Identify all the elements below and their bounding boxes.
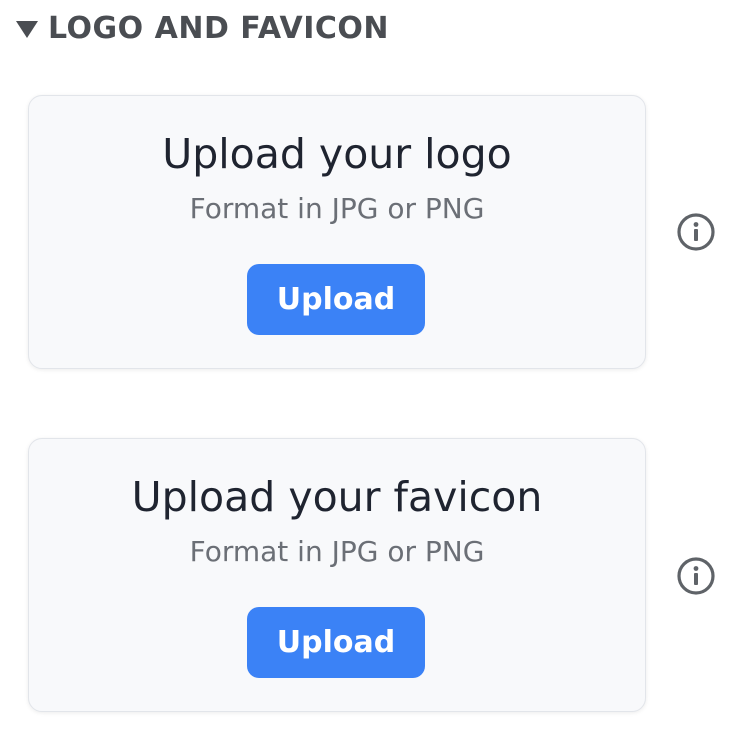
section-toggle-logo-favicon[interactable]: LOGO AND FAVICON (16, 6, 389, 50)
section-title: LOGO AND FAVICON (48, 10, 390, 46)
info-icon[interactable] (676, 556, 716, 596)
caret-down-icon (16, 20, 38, 38)
upload-logo-button[interactable]: Upload (247, 264, 425, 335)
favicon-upload-card: Upload your favicon Format in JPG or PNG… (28, 438, 646, 712)
logo-card-subtitle: Format in JPG or PNG (189, 192, 485, 225)
upload-favicon-button[interactable]: Upload (247, 607, 425, 678)
logo-card-title: Upload your logo (162, 130, 512, 178)
logo-upload-card: Upload your logo Format in JPG or PNG Up… (28, 95, 646, 369)
favicon-card-subtitle: Format in JPG or PNG (189, 535, 485, 568)
favicon-card-title: Upload your favicon (131, 473, 543, 521)
info-icon[interactable] (676, 212, 716, 252)
